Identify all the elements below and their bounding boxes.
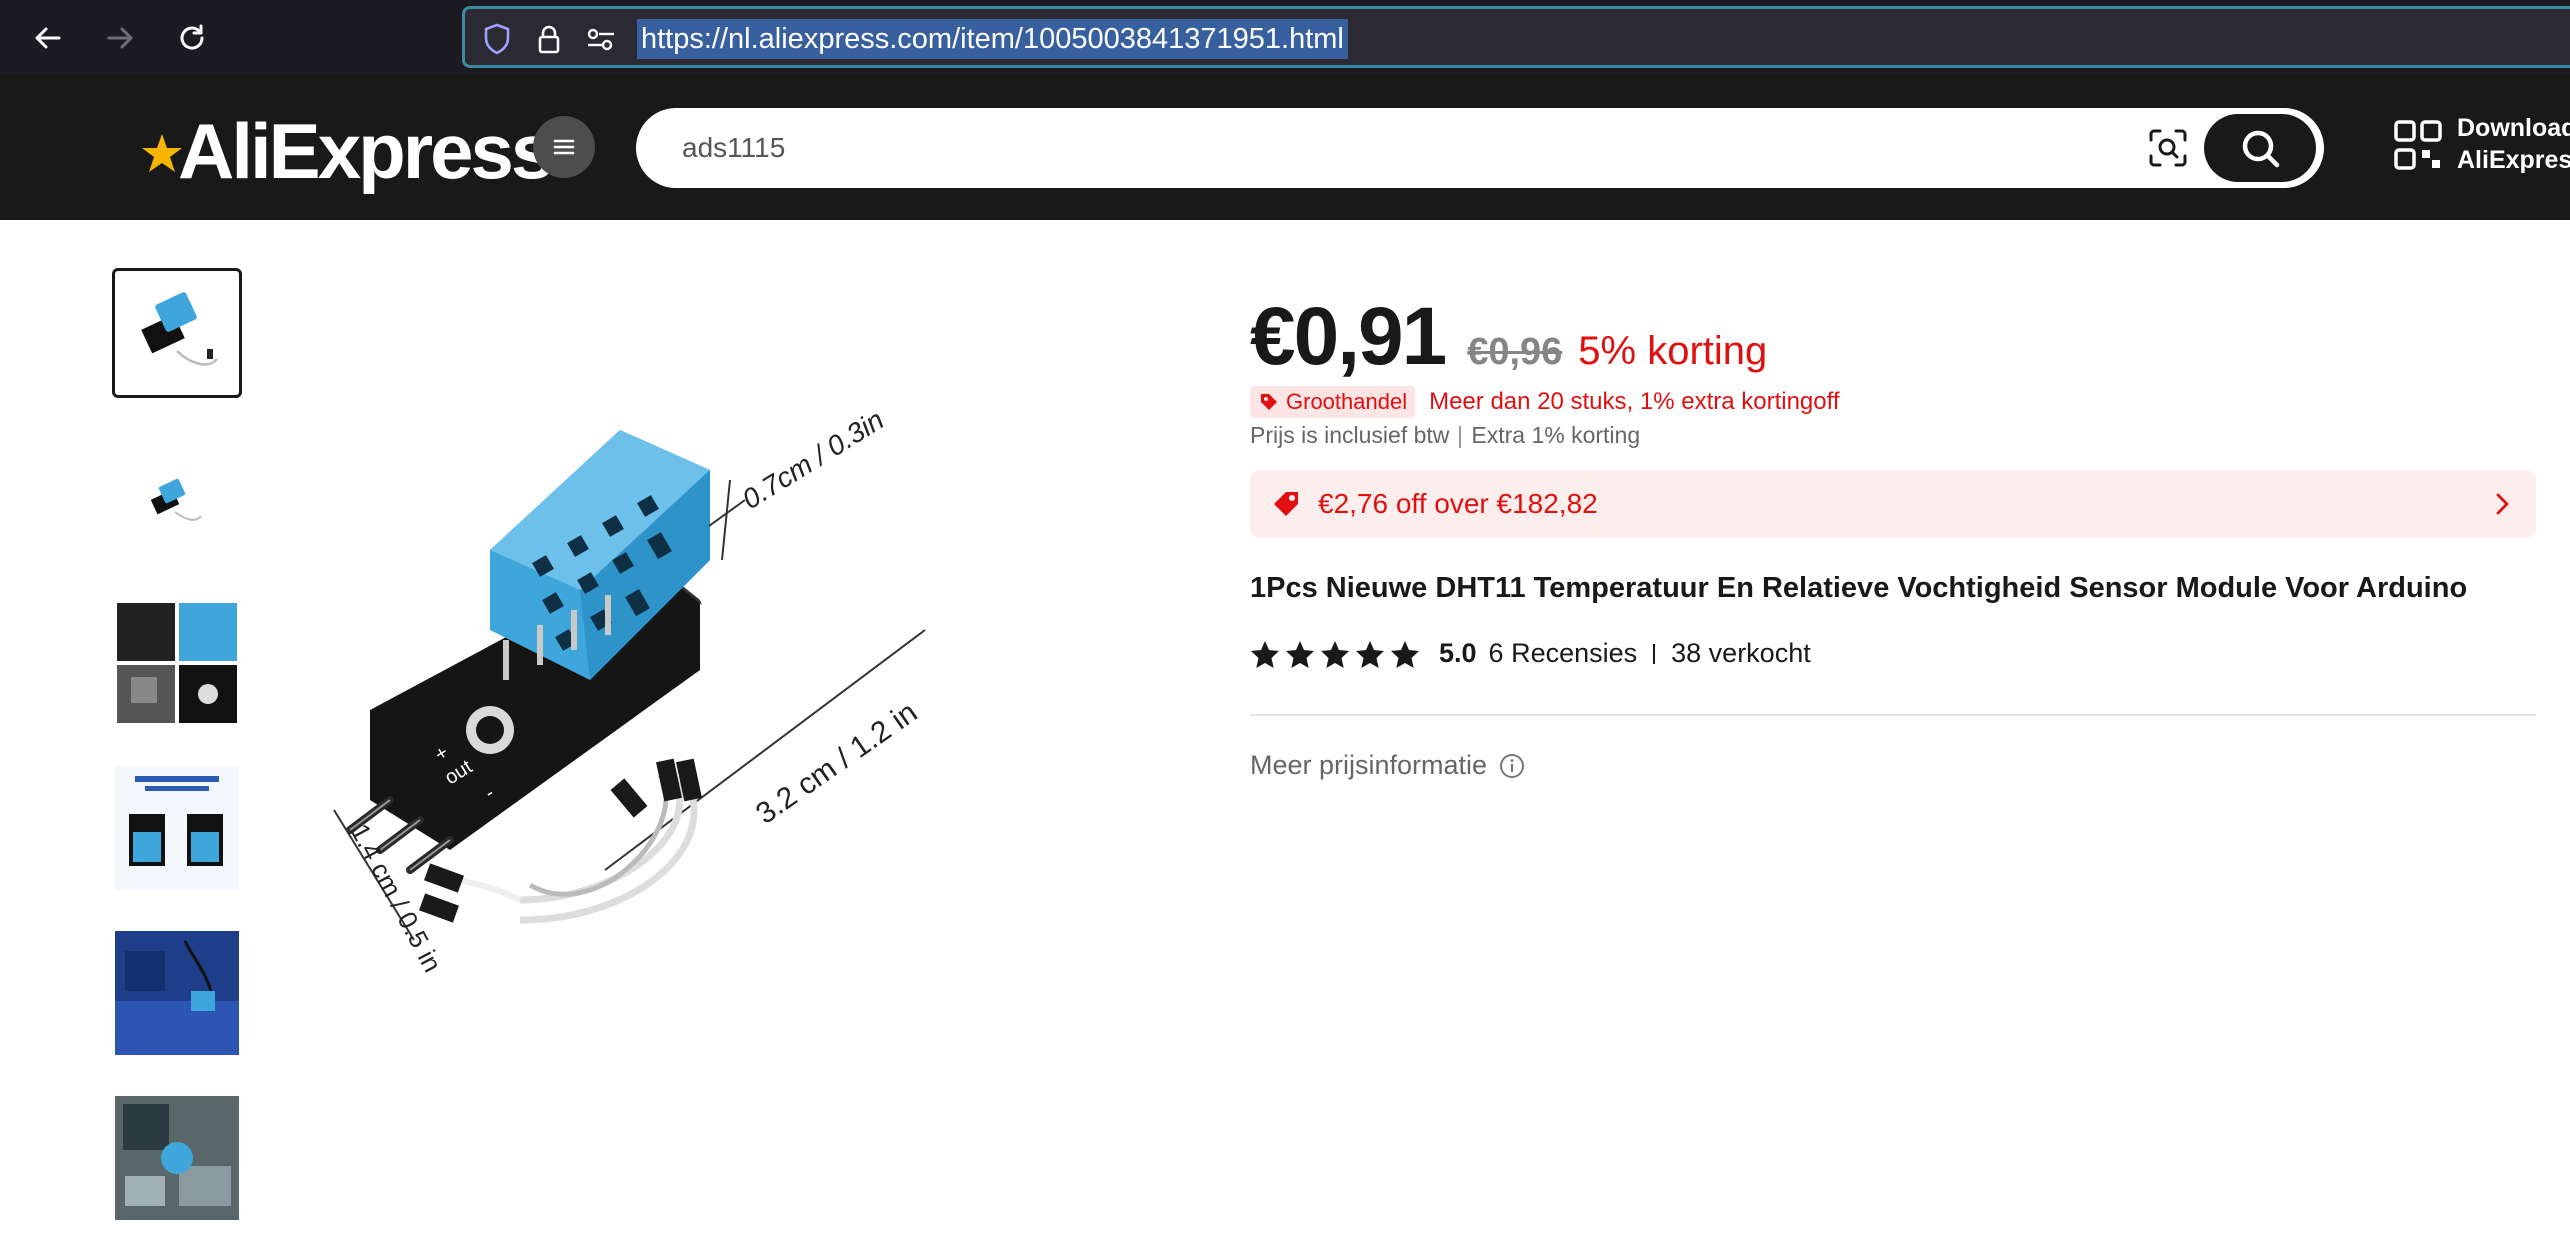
coupon-tag-icon	[1270, 488, 1302, 520]
price-row: €0,91 €0,96 5% korting	[1250, 290, 1767, 384]
reload-button[interactable]	[170, 16, 214, 60]
site-permissions-icon[interactable]	[583, 21, 619, 57]
star-icon	[1286, 640, 1314, 668]
arrow-right-icon	[107, 27, 133, 49]
chevron-right-icon	[2488, 490, 2516, 518]
vat-separator	[1459, 425, 1462, 448]
more-price-info[interactable]: Meer prijsinformatie	[1250, 750, 1525, 781]
reviews-link[interactable]: 6 Recensies	[1489, 638, 1638, 669]
current-price: €0,91	[1250, 291, 1447, 382]
thumbnail-3[interactable]	[112, 598, 242, 728]
rating-separator	[1653, 643, 1656, 664]
thumbnail-1[interactable]	[112, 268, 242, 398]
vat-text: Prijs is inclusief btw	[1250, 422, 1450, 448]
reload-icon	[180, 24, 204, 50]
aliexpress-logo[interactable]: AliExpress	[140, 106, 554, 196]
coupon-text: €2,76 off over €182,82	[1318, 488, 1598, 519]
lock-icon[interactable]	[531, 21, 567, 57]
extra-discount: Extra 1% korting	[1471, 422, 1641, 448]
sold-count: 38 verkocht	[1671, 638, 1811, 668]
address-bar[interactable]: https://nl.aliexpress.com/item/100500384…	[462, 6, 2570, 68]
price-tag-icon	[1261, 394, 1277, 410]
download-line1: Download	[2457, 114, 2570, 142]
thumbnail-2[interactable]	[112, 433, 242, 563]
main-product-image[interactable]: + out - 0.7cm / 0.3in 3.2 cm / 1.2 in 1.…	[330, 380, 1130, 1060]
categories-menu-button[interactable]	[533, 116, 595, 178]
thumbnail-6[interactable]	[112, 1093, 242, 1223]
shield-icon[interactable]	[479, 21, 515, 57]
download-line2: AliExpress	[2457, 146, 2570, 174]
camera-scan-icon	[2149, 129, 2187, 167]
coupon-banner[interactable]: €2,76 off over €182,82	[1250, 470, 2536, 538]
thumbnail-4[interactable]	[112, 763, 242, 893]
more-price-info-label: Meer prijsinformatie	[1250, 750, 1488, 780]
search-input[interactable]	[682, 124, 2082, 172]
star-icon	[1251, 640, 1279, 668]
info-icon[interactable]	[1499, 753, 1525, 779]
image-search-button[interactable]	[2146, 126, 2190, 170]
rating-value: 5.0	[1439, 638, 1477, 668]
wholesale-info: Meer dan 20 stuks, 1% extra kortingoff	[1429, 388, 1840, 415]
dimension-length: 3.2 cm / 1.2 in	[750, 696, 923, 831]
qr-code-icon[interactable]	[2393, 118, 2443, 174]
product-title: 1Pcs Nieuwe DHT11 Temperatuur En Relatie…	[1250, 572, 2468, 604]
star-icon	[1356, 640, 1384, 668]
vat-row: Prijs is inclusief btw Extra 1% korting	[1250, 422, 1640, 449]
search-button[interactable]	[2204, 114, 2316, 182]
star-icon	[1321, 640, 1349, 668]
hamburger-icon	[553, 139, 575, 155]
back-button[interactable]	[26, 16, 70, 60]
thumbnail-5[interactable]	[112, 928, 242, 1058]
search-bar	[636, 108, 2324, 188]
original-price: €0,96	[1467, 331, 1563, 373]
dimension-height: 0.7cm / 0.3in	[737, 404, 889, 515]
wholesale-badge: Groothandel	[1250, 386, 1416, 418]
divider	[1250, 714, 2536, 716]
wholesale-row: Groothandel Meer dan 20 stuks, 1% extra …	[1250, 386, 1840, 418]
rating-row: 5.0 6 Recensies 38 verkocht	[1250, 638, 1811, 669]
logo-text: AliExpress	[178, 106, 554, 195]
discount-label: 5% korting	[1578, 329, 1768, 373]
browser-toolbar: https://nl.aliexpress.com/item/100500384…	[0, 0, 2570, 74]
search-icon	[2242, 130, 2280, 168]
download-app-link[interactable]: Download AliExpress	[2457, 112, 2570, 176]
url-text[interactable]: https://nl.aliexpress.com/item/100500384…	[637, 19, 1348, 59]
forward-button[interactable]	[98, 16, 142, 60]
arrow-left-icon	[35, 27, 61, 49]
star-icon	[1391, 640, 1419, 668]
wholesale-label: Groothandel	[1286, 389, 1408, 414]
site-header: AliExpress Download AliExpress	[0, 74, 2570, 220]
